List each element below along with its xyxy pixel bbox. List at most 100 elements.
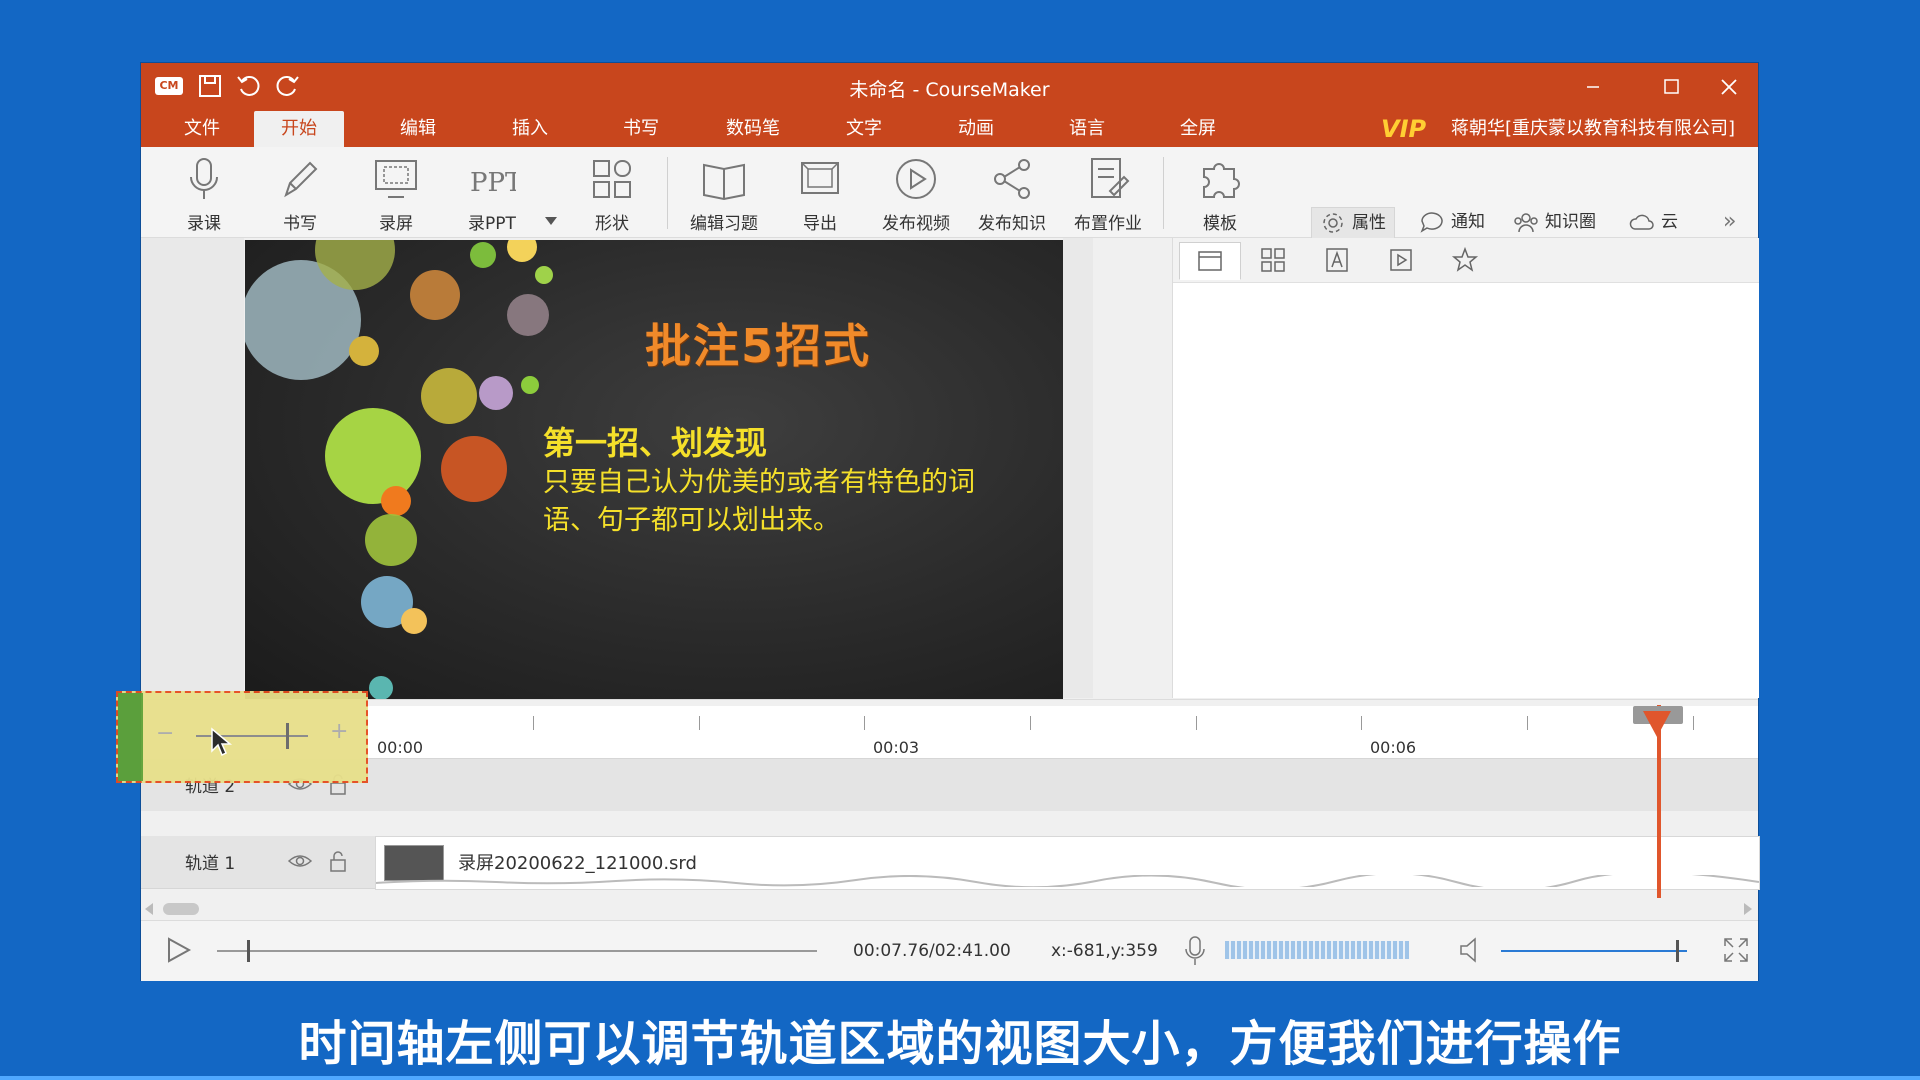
tab-page[interactable] — [1179, 242, 1241, 280]
title-bar: CM 未命名 - CourseMaker — [141, 63, 1758, 111]
properties-label: 属性 — [1352, 213, 1386, 233]
tool-label: 书写 — [283, 214, 317, 234]
template-button[interactable]: 模板 — [1175, 155, 1265, 235]
menu-edit[interactable]: 编辑 — [373, 111, 463, 147]
slide-canvas[interactable]: 批注5招式 第一招、划发现 只要自己认为优美的或者有特色的词语、句子都可以划出来… — [245, 240, 1063, 699]
screen-record-button[interactable]: 录屏 — [351, 155, 441, 235]
write-button[interactable]: 书写 — [255, 155, 345, 235]
menu-bar: 文件 开始 编辑 插入 书写 数码笔 文字 动画 语言 全屏 VIP 蒋朝华[重… — [141, 111, 1758, 147]
minimize-button[interactable] — [1571, 69, 1615, 105]
grid-icon — [1261, 248, 1285, 272]
user-name[interactable]: 蒋朝华[重庆蒙以教育科技有限公司] — [1451, 111, 1735, 147]
splitter[interactable] — [1063, 238, 1093, 698]
tool-label: 发布知识 — [978, 214, 1046, 234]
play-box-icon — [1390, 249, 1412, 271]
star-icon — [1451, 246, 1479, 272]
track-zoom-control[interactable]: − + — [116, 691, 368, 783]
microphone-icon[interactable] — [1183, 935, 1207, 967]
tab-text[interactable] — [1307, 242, 1367, 278]
menu-fullscreen[interactable]: 全屏 — [1153, 111, 1243, 147]
ruler-tick — [864, 716, 865, 730]
scroll-right-icon[interactable] — [1744, 903, 1752, 915]
tab-grid[interactable] — [1243, 242, 1303, 278]
clip-name: 录屏20200622_121000.srd — [458, 853, 697, 874]
properties-tab[interactable]: 属性 — [1311, 207, 1395, 239]
left-gutter — [141, 238, 244, 698]
progress-thumb[interactable] — [247, 940, 250, 962]
play-icon[interactable] — [163, 935, 193, 965]
shapes-icon — [593, 160, 631, 198]
menu-text[interactable]: 文字 — [819, 111, 909, 147]
pencil-icon — [284, 161, 318, 198]
decor-circle — [369, 676, 393, 699]
close-button[interactable] — [1707, 69, 1751, 105]
slide-body: 只要自己认为优美的或者有特色的词语、句子都可以划出来。 — [543, 467, 975, 536]
menu-insert[interactable]: 插入 — [485, 111, 575, 147]
ruler-label: 00:06 — [1370, 738, 1417, 757]
time-display: 00:07.76/02:41.00 — [853, 941, 1011, 961]
maximize-button[interactable] — [1649, 69, 1693, 105]
track-2[interactable]: 轨道 2 — [141, 759, 1758, 812]
export-button[interactable]: 导出 — [775, 155, 865, 235]
media-clip[interactable]: 录屏20200622_121000.srd — [375, 836, 1760, 890]
cloud-tab[interactable]: 云 — [1629, 207, 1678, 237]
cursor-coordinates: x:-681,y:359 — [1051, 941, 1158, 961]
knowledge-circle-tab[interactable]: 知识圈 — [1513, 207, 1596, 237]
menu-language[interactable]: 语言 — [1042, 111, 1132, 147]
notification-tab[interactable]: 通知 — [1419, 207, 1485, 237]
decor-circle — [470, 242, 496, 268]
decor-circle — [535, 266, 553, 284]
zoom-slider-thumb[interactable] — [286, 723, 289, 749]
slide-heading: 第一招、划发现 — [543, 424, 768, 462]
publish-video-button[interactable]: 发布视频 — [871, 155, 961, 235]
decor-circle — [421, 368, 477, 424]
playhead-marker[interactable] — [1643, 711, 1671, 737]
tool-label: 导出 — [803, 214, 837, 234]
volume-thumb[interactable] — [1675, 940, 1679, 962]
fullscreen-icon[interactable] — [1721, 935, 1751, 965]
vip-badge[interactable]: VIP — [1381, 115, 1426, 143]
tool-label: 发布视频 — [882, 214, 950, 234]
zoom-out-button[interactable]: − — [156, 721, 174, 746]
menu-write[interactable]: 书写 — [596, 111, 686, 147]
tool-label: 布置作业 — [1074, 214, 1142, 234]
record-ppt-button[interactable]: PPT 录PPT — [447, 155, 537, 235]
volume-track[interactable] — [1501, 950, 1687, 952]
tab-favorite[interactable] — [1435, 242, 1495, 278]
ppt-dropdown-icon[interactable] — [545, 217, 557, 225]
zoom-in-button[interactable]: + — [330, 719, 348, 744]
decor-circle — [410, 270, 460, 320]
speaker-icon[interactable] — [1457, 935, 1487, 965]
ruler-tick — [699, 716, 700, 730]
decor-circle — [365, 514, 417, 566]
track-1[interactable]: 轨道 1 — [141, 836, 375, 889]
record-lesson-button[interactable]: 录课 — [159, 155, 249, 235]
properties-panel — [1172, 238, 1759, 698]
tool-label: 录课 — [187, 214, 221, 234]
eye-icon[interactable] — [287, 848, 313, 874]
scroll-left-icon[interactable] — [145, 903, 153, 915]
menu-start[interactable]: 开始 — [254, 111, 344, 147]
assign-homework-button[interactable]: 布置作业 — [1063, 155, 1153, 235]
scroll-thumb[interactable] — [163, 903, 199, 915]
share-icon — [994, 159, 1030, 199]
chat-bubble-icon — [1420, 212, 1443, 233]
screen-record-icon — [375, 160, 417, 198]
menu-animation[interactable]: 动画 — [931, 111, 1021, 147]
progress-track[interactable] — [217, 950, 817, 952]
time-ruler[interactable]: 00:00 00:03 00:06 — [367, 706, 1758, 759]
publish-knowledge-button[interactable]: 发布知识 — [967, 155, 1057, 235]
mouse-cursor-icon — [211, 727, 233, 757]
toolbar-divider — [667, 157, 668, 229]
decor-circle — [381, 486, 411, 516]
horizontal-scrollbar[interactable] — [141, 898, 1758, 920]
shapes-button[interactable]: 形状 — [567, 155, 657, 235]
edit-exercise-button[interactable]: 编辑习题 — [679, 155, 769, 235]
menu-file[interactable]: 文件 — [157, 111, 247, 147]
tool-label: 模板 — [1203, 214, 1237, 234]
more-chevron-icon[interactable]: » — [1723, 207, 1736, 237]
lock-icon[interactable] — [325, 848, 351, 874]
slide-title: 批注5招式 — [645, 319, 872, 373]
menu-digital-pen[interactable]: 数码笔 — [708, 111, 798, 147]
tab-media[interactable] — [1371, 242, 1431, 278]
